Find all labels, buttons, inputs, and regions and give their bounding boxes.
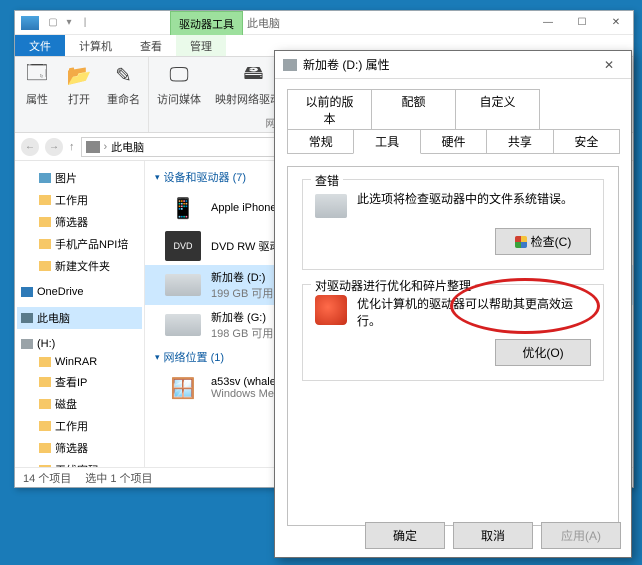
tree-node[interactable]: 查看IP bbox=[17, 371, 142, 393]
status-selection: 选中 1 个项目 bbox=[85, 470, 152, 486]
tree-node[interactable]: 筛选器 bbox=[17, 437, 142, 459]
qat-item[interactable]: ▾ bbox=[63, 17, 75, 29]
dialog-title: 新加卷 (D:) 属性 bbox=[303, 56, 390, 73]
ok-button[interactable]: 确定 bbox=[365, 522, 445, 549]
error-checking-group: 查错 此选项将检查驱动器中的文件系统错误。 检查(C) bbox=[302, 179, 604, 270]
ribbon-properties[interactable]: 🗔属性 bbox=[23, 61, 51, 107]
optimize-button[interactable]: 优化(O) bbox=[495, 339, 591, 366]
tree-node[interactable]: (H:) bbox=[17, 335, 142, 353]
tab-manage[interactable]: 管理 bbox=[176, 35, 226, 56]
tab-general[interactable]: 常规 bbox=[287, 129, 354, 154]
ribbon-media[interactable]: 🖵访问媒体 bbox=[157, 61, 201, 107]
tab-computer[interactable]: 计算机 bbox=[65, 35, 126, 56]
tab-file[interactable]: 文件 bbox=[15, 35, 65, 56]
nav-up[interactable]: ↑ bbox=[69, 141, 75, 153]
tab-sharing[interactable]: 共享 bbox=[486, 129, 553, 154]
tree-node[interactable]: 工作用 bbox=[17, 189, 142, 211]
tab-control: 以前的版本 配额 自定义 常规 工具 硬件 共享 安全 bbox=[287, 89, 619, 154]
tree-node[interactable]: 磁盘 bbox=[17, 393, 142, 415]
tree-node[interactable]: 手机产品NPI培 bbox=[17, 233, 142, 255]
tree-node[interactable]: 新建文件夹 bbox=[17, 255, 142, 277]
tree-node[interactable]: 无线密码 bbox=[17, 459, 142, 467]
tree-node[interactable]: 图片 bbox=[17, 167, 142, 189]
group-description: 优化计算机的驱动器可以帮助其更高效运行。 bbox=[357, 295, 591, 329]
cancel-button[interactable]: 取消 bbox=[453, 522, 533, 549]
optimize-group: 对驱动器进行优化和碎片整理 优化计算机的驱动器可以帮助其更高效运行。 优化(O) bbox=[302, 284, 604, 381]
app-icon bbox=[21, 16, 39, 30]
dialog-actions: 确定 取消 应用(A) bbox=[365, 522, 621, 549]
properties-dialog: 新加卷 (D:) 属性 ✕ 以前的版本 配额 自定义 常规 工具 硬件 共享 安… bbox=[274, 50, 632, 558]
status-count: 14 个项目 bbox=[23, 470, 71, 486]
check-button[interactable]: 检查(C) bbox=[495, 228, 591, 255]
tree-node[interactable]: 筛选器 bbox=[17, 211, 142, 233]
nav-tree[interactable]: 图片 工作用 筛选器 手机产品NPI培 新建文件夹 OneDrive 此电脑 (… bbox=[15, 161, 145, 467]
drive-icon bbox=[283, 59, 297, 71]
minimize-button[interactable]: — bbox=[531, 12, 565, 34]
tree-node-thispc[interactable]: 此电脑 bbox=[17, 307, 142, 329]
pc-icon bbox=[86, 141, 100, 153]
ribbon-open[interactable]: 📂打开 bbox=[65, 61, 93, 107]
context-title: 此电脑 bbox=[239, 11, 288, 35]
tab-customize[interactable]: 自定义 bbox=[455, 89, 540, 130]
breadcrumb-text: 此电脑 bbox=[111, 139, 144, 155]
close-button[interactable]: ✕ bbox=[595, 55, 623, 75]
ribbon-rename[interactable]: ✎重命名 bbox=[107, 61, 140, 107]
nav-back[interactable]: ← bbox=[21, 138, 39, 156]
close-button[interactable]: ✕ bbox=[599, 12, 633, 34]
drive-icon bbox=[315, 194, 347, 218]
titlebar: ▢ ▾ | — ☐ ✕ bbox=[15, 11, 633, 35]
shield-icon bbox=[515, 236, 527, 248]
tab-hardware[interactable]: 硬件 bbox=[420, 129, 487, 154]
tab-previous-versions[interactable]: 以前的版本 bbox=[287, 89, 372, 130]
maximize-button[interactable]: ☐ bbox=[565, 12, 599, 34]
tree-node-onedrive[interactable]: OneDrive bbox=[17, 283, 142, 301]
tab-tools[interactable]: 工具 bbox=[353, 129, 420, 154]
dialog-titlebar: 新加卷 (D:) 属性 ✕ bbox=[275, 51, 631, 79]
tab-pane-tools: 查错 此选项将检查驱动器中的文件系统错误。 检查(C) 对驱动器进行优化和碎片整… bbox=[287, 166, 619, 526]
qat-divider: | bbox=[79, 17, 91, 29]
qat-item[interactable]: ▢ bbox=[47, 17, 59, 29]
group-legend: 查错 bbox=[311, 172, 343, 189]
group-legend: 对驱动器进行优化和碎片整理 bbox=[311, 277, 475, 294]
tree-node[interactable]: WinRAR bbox=[17, 353, 142, 371]
tab-security[interactable]: 安全 bbox=[553, 129, 620, 154]
nav-forward[interactable]: → bbox=[45, 138, 63, 156]
group-description: 此选项将检查驱动器中的文件系统错误。 bbox=[357, 190, 591, 207]
tab-view[interactable]: 查看 bbox=[126, 35, 176, 56]
tab-quota[interactable]: 配额 bbox=[371, 89, 456, 130]
context-tab[interactable]: 驱动器工具 bbox=[170, 11, 243, 35]
apply-button[interactable]: 应用(A) bbox=[541, 522, 621, 549]
optimize-icon bbox=[315, 295, 347, 325]
tree-node[interactable]: 工作用 bbox=[17, 415, 142, 437]
